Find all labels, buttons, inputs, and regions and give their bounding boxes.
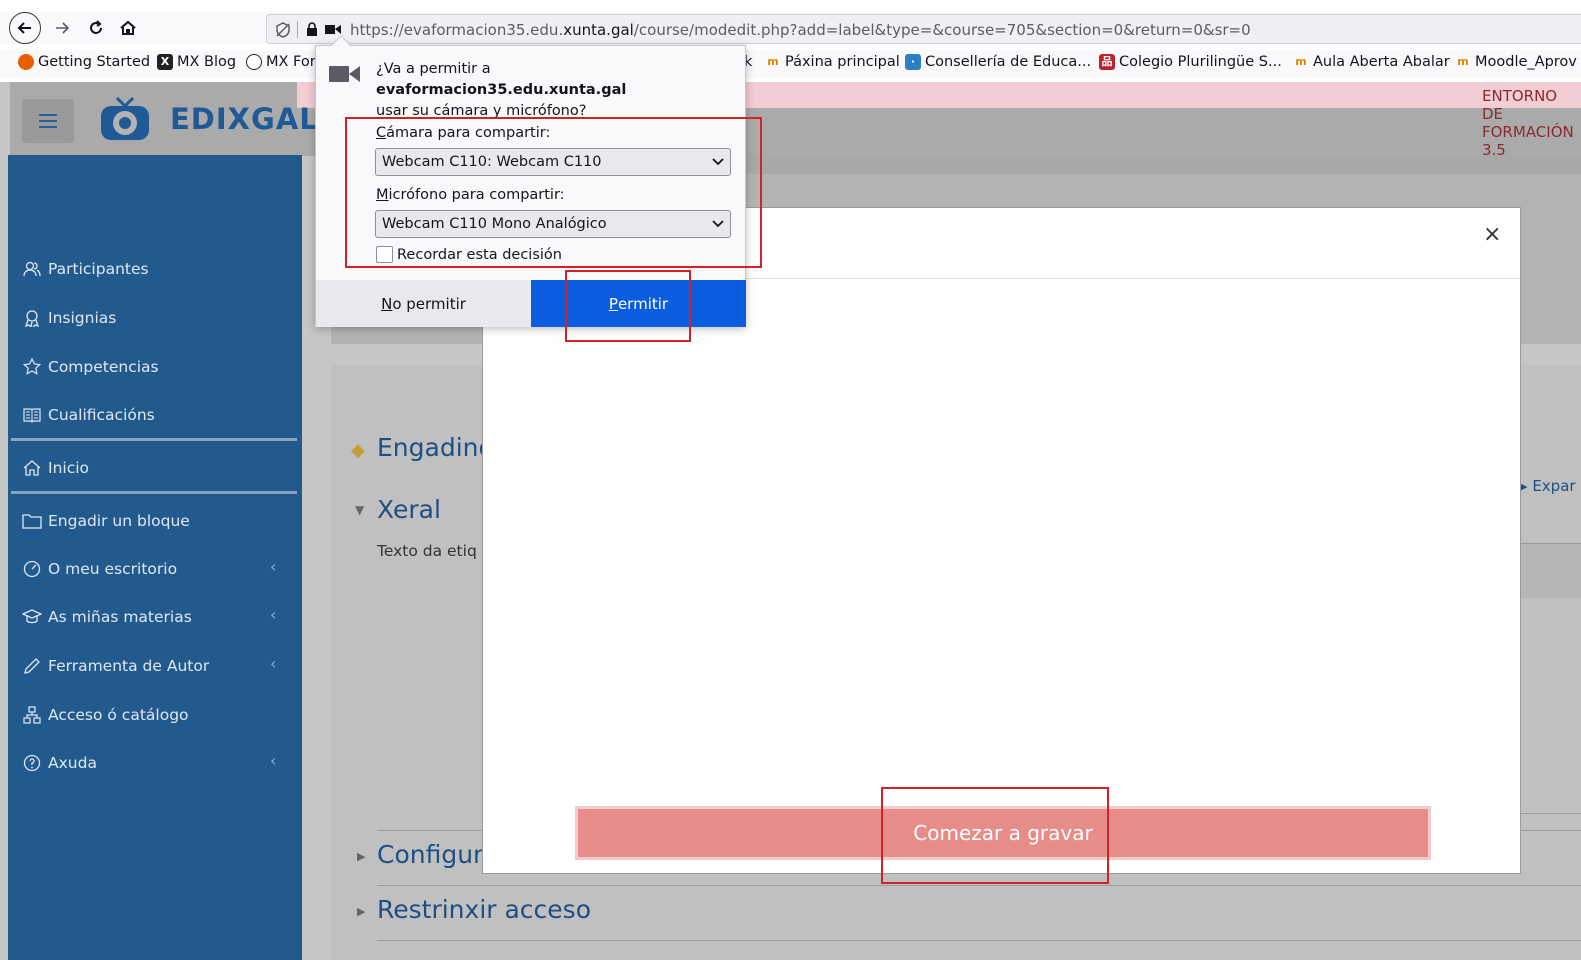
sidebar-item-inicio[interactable]: Inicio (22, 454, 89, 482)
chevron-left-icon[interactable]: ‹ (270, 654, 276, 673)
tag-icon: ◆ (351, 440, 365, 461)
forward-button[interactable] (50, 14, 74, 42)
moodle-icon: m (1455, 54, 1471, 70)
sidebar-item-competencias[interactable]: Competencias (22, 353, 159, 381)
section-restrict-header[interactable]: Restrinxir acceso (377, 895, 591, 924)
bookmark-getting-started[interactable]: Getting Started (18, 54, 150, 70)
sidebar-item-cualificacions[interactable]: Cualificacións (22, 401, 155, 429)
star-icon (22, 357, 42, 377)
pencil-icon (22, 656, 42, 676)
firefox-icon (18, 54, 34, 70)
bookmark-conselleria[interactable]: · Consellería de Educa... (905, 54, 1091, 70)
camera-icon (329, 66, 360, 82)
sidebar-item-label: As miñas materias (48, 608, 192, 626)
annotation-box-record (881, 787, 1109, 884)
page-heading: Engadind (377, 433, 495, 462)
label-text-field-label: Texto da etiq (377, 542, 477, 560)
home-icon (120, 20, 136, 35)
section-general-header[interactable]: Xeral (377, 495, 441, 524)
bookmarks-toolbar: Getting Started X MX Blog MX For k m Páxin… (0, 50, 1581, 78)
annotation-box-selects (345, 117, 762, 268)
expand-all-link[interactable]: ▸ Expar (1520, 477, 1576, 495)
bookmark-mx-blog[interactable]: X MX Blog (157, 54, 236, 70)
mx-logo-icon: X (157, 54, 173, 70)
lock-icon[interactable] (305, 22, 319, 37)
users-icon (22, 259, 42, 279)
folder-icon (22, 511, 42, 531)
bookmark-aula-aberta[interactable]: m Aula Aberta Abalar (1293, 54, 1450, 70)
right-divider (1521, 813, 1581, 814)
graduation-cap-icon (22, 607, 42, 627)
home-icon (22, 458, 42, 478)
help-icon (22, 753, 42, 773)
sidebar-separator (11, 491, 297, 494)
sidebar-item-label: Inicio (48, 459, 90, 477)
sidebar-separator (11, 438, 297, 441)
back-button[interactable] (9, 12, 41, 44)
arrow-left-icon (17, 22, 31, 34)
sidebar-item-label: Competencias (48, 358, 159, 376)
sidebar-item-label: Participantes (48, 260, 149, 278)
sidebar-item-label: Insignias (48, 309, 117, 327)
conselleria-icon: · (905, 54, 921, 70)
permission-question: ¿Va a permitir a evaformacion35.edu.xunt… (376, 61, 627, 119)
expand-icon[interactable]: ▶ (357, 850, 365, 863)
chevron-left-icon[interactable]: ‹ (270, 605, 276, 624)
section-divider (377, 885, 1581, 886)
close-icon[interactable]: × (1483, 222, 1501, 247)
url-bar[interactable]: https://evaformacion35.edu.xunta.gal/cou… (266, 14, 1581, 44)
screenshot-root: https://evaformacion35.edu.xunta.gal/cou… (0, 0, 1581, 960)
moodle-icon: m (765, 54, 781, 70)
hamburger-icon (39, 114, 57, 128)
url-text: https://evaformacion35.edu.xunta.gal/cou… (350, 21, 1251, 39)
bookmark-mx-forum[interactable]: MX For (246, 54, 316, 70)
dashboard-icon (22, 559, 42, 579)
sidebar-item-engadir-bloque[interactable]: Engadir un bloque (22, 507, 190, 535)
sidebar-item-acceso-catalogo[interactable]: Acceso ó catálogo (22, 701, 189, 729)
arrow-right-icon (56, 22, 70, 34)
menu-toggle-button[interactable] (22, 99, 74, 143)
deny-button[interactable]: No permitir (316, 280, 531, 327)
environment-label: ENTORNO DE FORMACIÓN 3.5 (1482, 87, 1574, 159)
sidebar-item-label: Ferramenta de Autor (48, 657, 210, 675)
camera-permission-icon[interactable] (325, 24, 341, 35)
bookmark-moodle-aprov[interactable]: m Moodle_Aprov (1455, 54, 1577, 70)
sidebar-item-axuda[interactable]: Axuda (22, 749, 97, 777)
section-divider (377, 940, 1581, 941)
site-logo-text[interactable]: EDIXGAL (170, 102, 319, 136)
bookmark-colegio[interactable]: 品 Colegio Plurilingüe S... (1099, 54, 1282, 70)
home-button[interactable] (116, 14, 140, 42)
right-panel (1521, 543, 1581, 598)
sidebar-item-participantes[interactable]: Participantes (22, 255, 149, 283)
edixgal-logo-icon (101, 96, 149, 140)
section-configuration-header[interactable]: Configur (377, 840, 483, 869)
chevron-left-icon[interactable]: ‹ (270, 751, 276, 770)
sidebar-item-insignias[interactable]: Insignias (22, 304, 116, 332)
annotation-box-allow (565, 270, 691, 342)
globe-icon (246, 54, 262, 70)
sidebar-item-ferramenta-autor[interactable]: Ferramenta de Autor (22, 652, 209, 680)
chevron-left-icon[interactable]: ‹ (270, 557, 276, 576)
sidebar-item-label: Axuda (48, 754, 97, 772)
reload-icon (90, 20, 102, 34)
sidebar-item-label: O meu escritorio (48, 560, 178, 578)
gradebook-icon (22, 405, 42, 425)
sitemap-icon (22, 705, 42, 725)
moodle-icon: m (1293, 54, 1309, 70)
sidebar: Participantes Insignias Competencias Cua… (8, 155, 302, 960)
sidebar-item-meu-escritorio[interactable]: O meu escritorio (22, 555, 177, 583)
sidebar-item-label: Engadir un bloque (48, 512, 190, 530)
url-separator (297, 21, 298, 38)
reload-button[interactable] (84, 14, 108, 42)
browser-nav-bar: https://evaformacion35.edu.xunta.gal/cou… (0, 12, 1581, 44)
expand-icon[interactable]: ▶ (357, 905, 365, 918)
badge-icon (22, 308, 42, 328)
bookmark-paxina-principal[interactable]: m Páxina principal (765, 54, 900, 70)
colegio-icon: 品 (1099, 54, 1115, 70)
collapse-icon[interactable]: ▼ (355, 503, 364, 517)
sidebar-item-label: Acceso ó catálogo (48, 706, 189, 724)
sidebar-item-minas-materias[interactable]: As miñas materias (22, 603, 192, 631)
sidebar-item-label: Cualificacións (48, 406, 155, 424)
tracking-protection-icon[interactable] (274, 21, 292, 39)
